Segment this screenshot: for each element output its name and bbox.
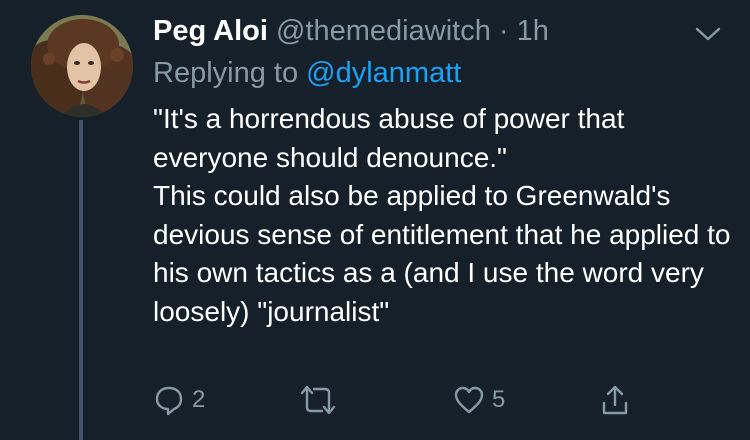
reply-button[interactable]: 2 — [152, 380, 205, 420]
replying-prefix: Replying to — [153, 57, 299, 89]
retweet-button[interactable] — [298, 380, 344, 420]
tweet-header: Peg Aloi @themediawitch · 1h — [153, 13, 549, 49]
like-button[interactable]: 5 — [452, 380, 505, 420]
tweet-text-body: This could also be applied to Greenwald'… — [153, 180, 739, 327]
reply-mention-link[interactable]: @dylanmatt — [306, 57, 461, 89]
tweet-timestamp[interactable]: 1h — [517, 15, 549, 47]
reply-icon — [152, 383, 186, 417]
share-icon — [598, 383, 632, 417]
retweet-icon — [298, 383, 338, 417]
tweet-actions: 2 5 — [0, 380, 750, 420]
chevron-down-icon[interactable] — [693, 22, 723, 46]
reply-count: 2 — [192, 386, 206, 413]
share-button[interactable] — [598, 380, 632, 420]
replying-to: Replying to @dylanmatt — [153, 55, 461, 91]
author-display-name[interactable]: Peg Aloi — [153, 15, 268, 47]
author-handle[interactable]: @themediawitch — [276, 15, 491, 47]
header-separator: · — [498, 15, 509, 47]
avatar-image — [31, 15, 133, 117]
like-count: 5 — [492, 386, 506, 413]
avatar[interactable] — [31, 15, 133, 117]
tweet-text: "It's a horrendous abuse of power that e… — [153, 100, 733, 331]
heart-icon — [452, 383, 486, 417]
tweet-text-quote: "It's a horrendous abuse of power that e… — [153, 103, 633, 173]
tweet-card[interactable]: Peg Aloi @themediawitch · 1h Replying to… — [0, 0, 750, 440]
